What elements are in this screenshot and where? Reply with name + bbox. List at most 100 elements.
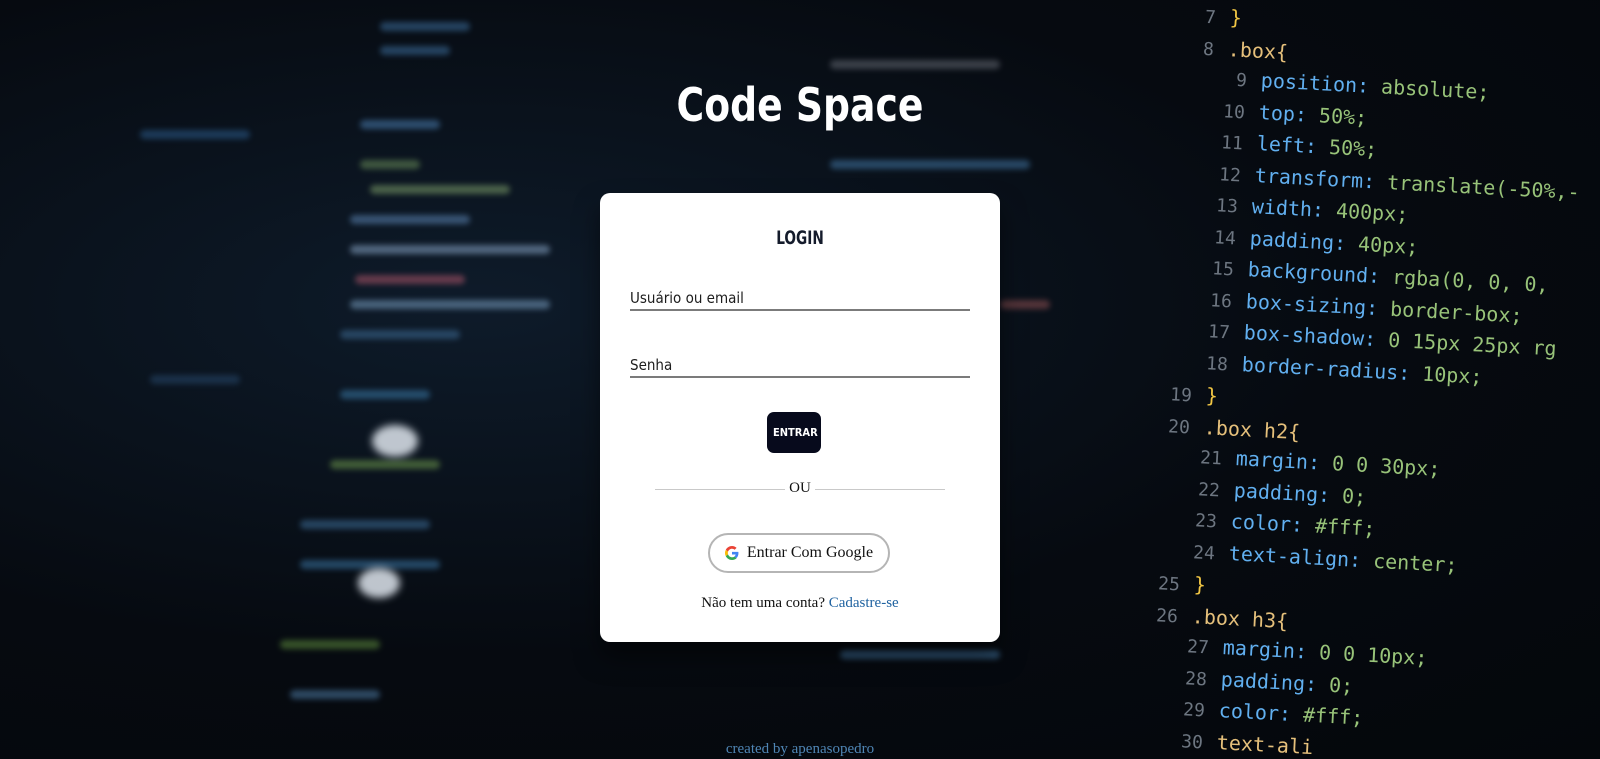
blurred-code-stroke bbox=[380, 22, 470, 31]
divider-text: OU bbox=[787, 480, 813, 496]
line-number: 13 bbox=[1216, 195, 1239, 218]
code-line: 19} bbox=[1150, 380, 1219, 408]
blurred-code-stroke bbox=[150, 375, 240, 384]
signup-link[interactable]: Cadastre-se bbox=[829, 595, 899, 611]
line-number: 19 bbox=[1169, 384, 1193, 407]
username-input[interactable] bbox=[630, 289, 970, 311]
code-text: padding: bbox=[1220, 666, 1318, 696]
google-icon bbox=[724, 546, 739, 560]
footer-credit: created by apenasopedro bbox=[725, 741, 875, 757]
blurred-code-stroke bbox=[355, 275, 465, 284]
username-field-wrapper bbox=[630, 289, 970, 311]
code-line: 11 left: 50%; bbox=[1196, 128, 1377, 161]
code-text: box-sizing: bbox=[1245, 288, 1379, 320]
code-value: #fff; bbox=[1302, 512, 1377, 541]
line-number: 21 bbox=[1199, 447, 1223, 470]
signup-prompt: Não tem uma conta? Cadastre-se bbox=[600, 595, 1000, 612]
blurred-code-stroke bbox=[1000, 300, 1050, 309]
code-line: 18 border-radius: 10px; bbox=[1181, 349, 1483, 389]
code-line: 26 .box h3{ bbox=[1150, 601, 1289, 633]
line-number: 23 bbox=[1195, 510, 1218, 533]
code-value: 0 0 30px; bbox=[1319, 450, 1441, 481]
code-text: border-radius: bbox=[1241, 351, 1411, 385]
line-number: 8 bbox=[1202, 38, 1215, 60]
code-text: background: bbox=[1247, 257, 1382, 289]
line-number: 18 bbox=[1205, 352, 1229, 375]
code-line: 22 padding: 0; bbox=[1173, 475, 1366, 509]
line-number: 12 bbox=[1218, 163, 1241, 186]
app-title: Code Space bbox=[676, 78, 924, 132]
login-card: LOGIN ENTRAR OU Entrar Com Google Não te… bbox=[600, 193, 1000, 642]
code-text: margin: bbox=[1234, 446, 1321, 475]
blurred-highlight bbox=[358, 568, 400, 598]
line-number: 16 bbox=[1209, 289, 1233, 312]
code-text: transform: bbox=[1253, 162, 1376, 193]
code-text: .box h3{ bbox=[1191, 603, 1289, 633]
code-text: .box h2{ bbox=[1203, 414, 1301, 444]
blurred-code-stroke bbox=[280, 640, 380, 649]
code-line: 28 padding: 0; bbox=[1160, 664, 1354, 698]
code-line: 24 text-align: center; bbox=[1169, 538, 1459, 577]
blurred-code-stroke bbox=[840, 650, 1000, 659]
login-button[interactable]: ENTRAR bbox=[767, 412, 821, 453]
blurred-code-stroke bbox=[350, 215, 470, 224]
code-text: padding: bbox=[1249, 225, 1348, 255]
password-input[interactable] bbox=[630, 356, 970, 378]
code-line: 29 color: #fff; bbox=[1158, 695, 1363, 730]
blurred-code-stroke bbox=[300, 520, 430, 529]
line-number: 25 bbox=[1157, 573, 1181, 596]
or-divider: OU bbox=[655, 480, 945, 500]
code-line: 23 color: #fff; bbox=[1171, 506, 1376, 541]
code-text: color: bbox=[1230, 509, 1305, 537]
line-number: 29 bbox=[1182, 699, 1206, 722]
code-value: 0 0 10px; bbox=[1306, 639, 1428, 670]
blurred-code-stroke bbox=[340, 330, 460, 339]
code-value: 0 15px 25px rg bbox=[1375, 327, 1558, 361]
code-text: margin: bbox=[1222, 635, 1308, 664]
google-login-button[interactable]: Entrar Com Google bbox=[708, 533, 890, 573]
code-text: width: bbox=[1251, 194, 1326, 222]
line-number: 24 bbox=[1192, 541, 1216, 564]
code-value: rgba(0, 0, 0, bbox=[1379, 264, 1550, 297]
code-value: 50%; bbox=[1316, 134, 1378, 162]
code-line: 27 margin: 0 0 10px; bbox=[1162, 632, 1428, 670]
code-text: color: bbox=[1218, 698, 1292, 726]
code-value: translate(-50%,- bbox=[1374, 168, 1580, 204]
code-value: 10px; bbox=[1409, 360, 1483, 389]
code-line: 13 width: 400px; bbox=[1192, 191, 1409, 226]
line-number: 20 bbox=[1167, 415, 1191, 438]
login-heading: LOGIN bbox=[776, 227, 824, 249]
code-line: 7} bbox=[1169, 2, 1242, 30]
signup-prompt-text: Não tem uma conta? bbox=[701, 595, 825, 611]
blurred-code-stroke bbox=[380, 46, 450, 55]
code-value: 40px; bbox=[1345, 230, 1420, 259]
blurred-code-stroke bbox=[300, 560, 440, 569]
line-number: 14 bbox=[1213, 226, 1237, 249]
code-text: } bbox=[1229, 5, 1243, 30]
google-button-label: Entrar Com Google bbox=[746, 544, 874, 561]
code-line: 25} bbox=[1150, 569, 1207, 597]
line-number: 17 bbox=[1207, 321, 1231, 344]
code-text: padding: bbox=[1232, 477, 1331, 507]
blurred-code-stroke bbox=[360, 160, 420, 169]
code-value: center; bbox=[1360, 547, 1459, 577]
line-number: 22 bbox=[1197, 478, 1220, 501]
code-line: 21 margin: 0 0 30px; bbox=[1175, 443, 1441, 481]
code-value: #fff; bbox=[1290, 701, 1364, 730]
code-text: .box{ bbox=[1227, 36, 1289, 64]
code-line: 14 padding: 40px; bbox=[1190, 223, 1420, 259]
line-number: 26 bbox=[1155, 604, 1179, 627]
code-text: box-shadow: bbox=[1243, 320, 1377, 352]
code-text: left: bbox=[1255, 131, 1318, 159]
line-number: 28 bbox=[1184, 667, 1208, 690]
code-value: 0; bbox=[1316, 671, 1354, 698]
code-line: 20 .box h2{ bbox=[1150, 412, 1301, 444]
blurred-code-stroke bbox=[830, 60, 1000, 69]
code-text: text-align: bbox=[1228, 540, 1363, 572]
line-number: 27 bbox=[1186, 636, 1210, 659]
blurred-code-stroke bbox=[290, 690, 380, 699]
blurred-code-stroke bbox=[330, 460, 440, 469]
blurred-highlight bbox=[372, 425, 418, 457]
divider-text-wrapper: OU bbox=[655, 480, 945, 497]
blurred-code-stroke bbox=[350, 300, 550, 309]
